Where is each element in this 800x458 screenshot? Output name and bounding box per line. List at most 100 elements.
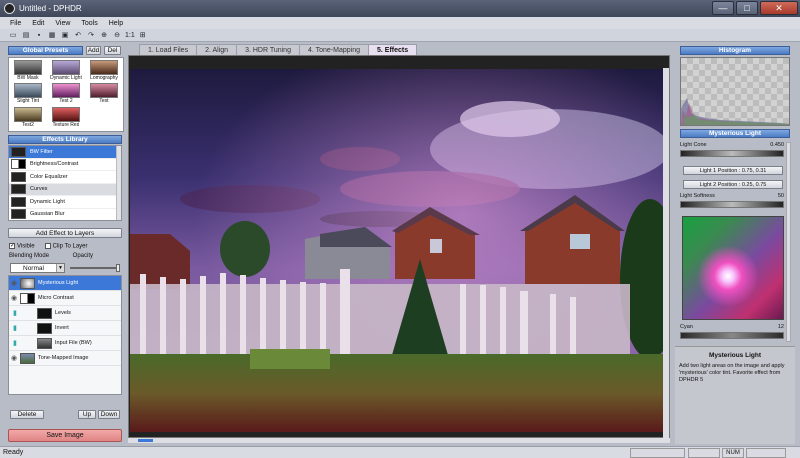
effect-item[interactable]: Gaussian Blur — [9, 209, 121, 221]
visible-checkbox[interactable]: ✓ Visible — [9, 243, 35, 250]
redo-icon[interactable]: ↷ — [86, 30, 96, 40]
preset-thumbnail — [14, 60, 42, 75]
cyan-slider[interactable] — [680, 332, 784, 339]
menu-file[interactable]: File — [10, 20, 21, 27]
menu-view[interactable]: View — [55, 20, 70, 27]
delete-layer-button[interactable]: Delete — [10, 410, 44, 419]
export-icon[interactable]: ▣ — [60, 30, 70, 40]
eye-icon[interactable]: ◉ — [11, 280, 18, 287]
equalizer-icon — [11, 171, 26, 182]
image-canvas[interactable] — [128, 55, 670, 438]
undo-icon[interactable]: ↶ — [73, 30, 83, 40]
menu-tools[interactable]: Tools — [81, 20, 97, 27]
status-bar: Ready NUM — [0, 446, 800, 458]
zoom-in-icon[interactable]: ⊕ — [99, 30, 109, 40]
effect-item[interactable]: Color Equalizer — [9, 171, 121, 184]
status-text: Ready — [3, 449, 24, 456]
effect-item[interactable]: Curves — [9, 183, 121, 196]
preset-thumbnail — [52, 83, 80, 99]
tab-tone-mapping[interactable]: 4. Tone-Mapping — [298, 44, 370, 55]
preset-thumbnail — [90, 60, 118, 75]
layer-row[interactable]: ▮ Levels — [9, 306, 121, 321]
effect-label: Color Equalizer — [30, 173, 68, 180]
menu-edit[interactable]: Edit — [32, 20, 44, 27]
layer-up-button[interactable]: Up — [78, 410, 96, 419]
minimize-button[interactable]: — — [712, 1, 734, 15]
checkmark-icon: ✓ — [9, 243, 16, 249]
zoom-out-icon[interactable]: ⊖ — [112, 30, 122, 40]
preset-item[interactable]: Texture Red — [48, 106, 84, 129]
tab-hdr-tuning[interactable]: 3. HDR Tuning — [236, 44, 300, 55]
canvas-horizontal-scrollbar[interactable] — [128, 438, 670, 443]
close-button[interactable]: ✕ — [760, 1, 798, 15]
preset-item[interactable]: Slight Tint — [10, 83, 46, 105]
layer-row[interactable]: ▮ Input File (BW) — [9, 336, 121, 351]
color-tint-pad[interactable] — [682, 216, 784, 320]
link-icon[interactable]: ▮ — [13, 325, 20, 332]
dynamic-light-icon — [11, 196, 26, 207]
preset-thumbnail — [14, 106, 42, 122]
layer-thumbnail — [37, 307, 52, 319]
preset-item[interactable]: Test 2 — [48, 83, 84, 105]
zoom-actual-button[interactable]: 1:1 — [125, 30, 135, 40]
layer-label: Tone-Mapped Image — [38, 355, 89, 361]
effect-item[interactable]: Brightness/Contrast — [9, 159, 121, 171]
tab-effects[interactable]: 5. Effects — [368, 44, 418, 55]
softness-slider[interactable] — [680, 201, 784, 208]
effect-label: Brightness/Contrast — [30, 161, 79, 168]
preset-item[interactable]: Test — [86, 83, 122, 105]
delete-preset-button[interactable]: Del — [104, 46, 121, 55]
preset-thumbnail — [52, 60, 80, 75]
layer-thumbnail — [37, 337, 52, 349]
eye-icon[interactable]: ◉ — [11, 295, 18, 302]
checkbox-box — [44, 243, 51, 249]
preset-item[interactable]: Lomography — [86, 60, 122, 82]
eye-icon[interactable]: ◉ — [11, 355, 18, 362]
scroll-thumb[interactable] — [138, 439, 153, 442]
histogram-graph — [681, 98, 789, 125]
link-icon[interactable]: ▮ — [13, 340, 20, 347]
preset-item[interactable]: BW Mask — [10, 60, 46, 82]
opacity-slider[interactable] — [70, 264, 120, 272]
layer-row[interactable]: ◉ Tone-Mapped Image — [9, 351, 121, 366]
light1-position-button[interactable]: Light 1 Position : 0.75, 0.31 — [683, 166, 783, 175]
effect-item[interactable]: BW Filter — [9, 146, 121, 159]
preset-label: Slight Tint — [17, 98, 39, 105]
layer-row[interactable]: ◉ Mysterious Light — [9, 276, 121, 291]
open-folder-icon[interactable]: ▤ — [21, 30, 31, 40]
effect-item[interactable]: Dynamic Light — [9, 196, 121, 209]
light-cone-row: Light Cone 0.450 — [680, 142, 784, 148]
preset-label: Dynamic Light — [50, 75, 82, 81]
visible-label: Visible — [17, 243, 35, 250]
light2-position-button[interactable]: Light 2 Position : 0.25, 0.75 — [683, 180, 783, 189]
opacity-slider-thumb[interactable] — [116, 264, 120, 272]
add-effect-button[interactable]: Add Effect to Layers — [8, 228, 122, 238]
layer-row[interactable]: ▮ Invert — [9, 321, 121, 336]
preset-item[interactable]: Test2 — [10, 106, 46, 129]
clip-label: Clip To Layer — [52, 243, 88, 250]
link-icon[interactable]: ▮ — [13, 310, 20, 317]
effects-scrollbar[interactable] — [116, 146, 121, 220]
blending-mode-select[interactable]: Normal ▼ — [10, 263, 65, 273]
save-image-button[interactable]: Save Image — [8, 429, 122, 442]
new-file-icon[interactable]: ▭ — [8, 30, 18, 40]
tab-align[interactable]: 2. Align — [196, 44, 238, 55]
preset-item[interactable]: Dynamic Light — [48, 60, 84, 82]
batch-icon[interactable]: ▦ — [47, 30, 57, 40]
light-cone-slider[interactable] — [680, 150, 784, 157]
softness-row: Light Softness 50 — [680, 193, 784, 199]
tab-load-files[interactable]: 1. Load Files — [139, 44, 198, 55]
fit-screen-icon[interactable]: ⊞ — [138, 30, 148, 40]
save-icon[interactable]: ▪ — [34, 30, 44, 40]
menu-help[interactable]: Help — [109, 20, 123, 27]
preset-label: Texture Red — [52, 121, 80, 128]
maximize-button[interactable]: □ — [736, 1, 758, 15]
add-preset-button[interactable]: Add — [86, 46, 101, 55]
layer-options: ✓ Visible Clip To Layer — [9, 243, 88, 250]
settings-scrollbar[interactable] — [786, 142, 791, 342]
layer-row[interactable]: ◉ Micro Contrast — [9, 291, 121, 306]
canvas-vertical-scrollbar[interactable] — [663, 68, 669, 438]
layer-down-button[interactable]: Down — [98, 410, 120, 419]
clip-checkbox[interactable]: Clip To Layer — [44, 243, 88, 250]
preset-label: BW Mask — [17, 75, 39, 81]
